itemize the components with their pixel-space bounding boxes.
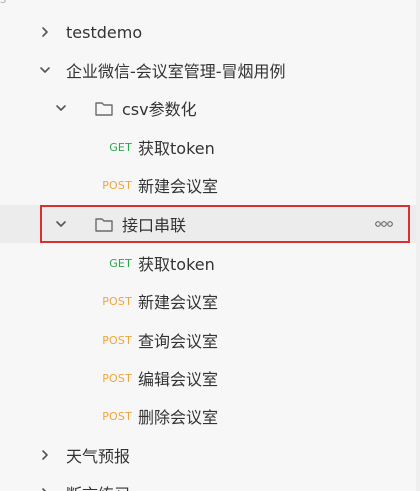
api-item-get-token-chain[interactable]: GET 获取token xyxy=(0,244,420,282)
tree-folder-csv-parameterize[interactable]: csv参数化 xyxy=(0,89,420,127)
clipped-top-text: s xyxy=(0,0,6,6)
http-method-post: POST xyxy=(102,409,132,423)
api-item-create-room[interactable]: POST 新建会议室 xyxy=(0,166,420,204)
tree-item-enterprise-wechat[interactable]: 企业微信-会议室管理-冒烟用例 xyxy=(0,51,420,89)
folder-icon xyxy=(94,99,114,117)
tree-item-label: testdemo xyxy=(66,22,143,42)
http-method-post: POST xyxy=(102,294,132,308)
tree-item-label: 天气预报 xyxy=(66,447,131,466)
api-item-label: 获取token xyxy=(138,139,215,158)
chevron-right-icon[interactable] xyxy=(38,448,52,462)
http-method-get: GET xyxy=(109,140,132,154)
tree-item-assertion-practice[interactable]: 断言练习 xyxy=(0,474,420,491)
api-item-create-room-chain[interactable]: POST 新建会议室 xyxy=(0,282,420,320)
api-item-query-room[interactable]: POST 查询会议室 xyxy=(0,321,420,359)
right-scroll-track[interactable] xyxy=(416,0,420,491)
http-method-post: POST xyxy=(102,371,132,385)
api-item-label: 查询会议室 xyxy=(138,332,219,351)
chevron-right-icon[interactable] xyxy=(38,25,52,39)
api-item-label: 新建会议室 xyxy=(138,177,219,196)
tree-item-label: 断言练习 xyxy=(66,481,130,491)
tree-item-label: 企业微信-会议室管理-冒烟用例 xyxy=(66,62,286,81)
tree-item-label: csv参数化 xyxy=(122,100,197,119)
tree-folder-interface-chain[interactable]: 接口串联 xyxy=(0,205,420,243)
tree-item-weather-forecast[interactable]: 天气预报 xyxy=(0,436,420,474)
tree-item-testdemo[interactable]: testdemo xyxy=(0,13,420,51)
api-item-label: 编辑会议室 xyxy=(138,370,219,389)
more-options-icon[interactable] xyxy=(374,219,394,229)
api-item-delete-room[interactable]: POST 删除会议室 xyxy=(0,397,420,435)
http-method-post: POST xyxy=(102,178,132,192)
chevron-right-icon[interactable] xyxy=(38,486,52,491)
api-item-label: 新建会议室 xyxy=(138,293,219,312)
chevron-down-icon[interactable] xyxy=(54,217,68,231)
api-item-label: 获取token xyxy=(138,255,215,274)
api-tree-panel: s testdemo 企业微信-会议室管理-冒烟用例 csv参数化 GET 获取… xyxy=(0,0,420,491)
chevron-down-icon[interactable] xyxy=(54,101,68,115)
chevron-down-icon[interactable] xyxy=(38,63,52,77)
api-item-get-token[interactable]: GET 获取token xyxy=(0,128,420,166)
tree-item-label: 接口串联 xyxy=(122,216,187,235)
http-method-post: POST xyxy=(102,333,132,347)
folder-icon xyxy=(94,215,114,233)
api-item-edit-room[interactable]: POST 编辑会议室 xyxy=(0,359,420,397)
http-method-get: GET xyxy=(109,256,132,270)
api-item-label: 删除会议室 xyxy=(138,408,219,427)
